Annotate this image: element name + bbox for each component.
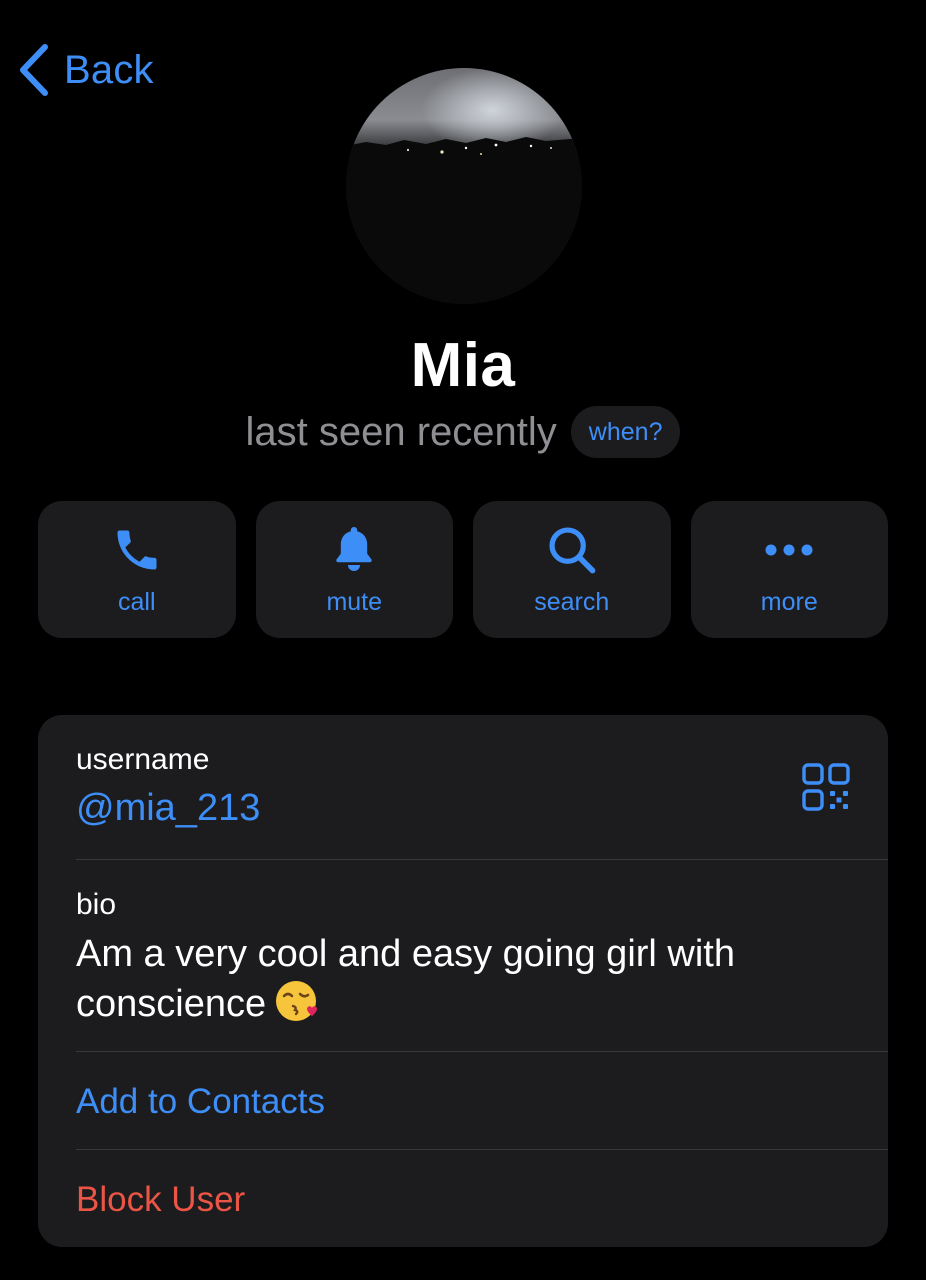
username-label: username [76,743,210,776]
ellipsis-icon [765,544,813,556]
more-button[interactable]: more [690,501,888,638]
block-user-row[interactable]: Block User [38,1150,888,1247]
username-value[interactable]: @mia_213 [76,787,260,830]
back-button[interactable]: Back [18,40,154,100]
bell-icon [336,527,372,571]
add-contact-row[interactable]: Add to Contacts [38,1052,888,1149]
search-icon [549,527,596,574]
action-buttons: call mute search more [38,501,888,638]
more-label: more [760,588,818,616]
when-button[interactable]: when? [570,406,681,458]
block-user-button[interactable]: Block User [76,1180,245,1220]
bio-text-content: Am a very cool and easy going girl with … [76,933,735,1025]
info-card: username @mia_213 bio Am a very cool and… [38,715,888,1247]
face-blowing-kiss-emoji [276,981,318,1021]
call-button[interactable]: call [38,501,236,638]
back-label: Back [64,47,154,92]
search-label: search [534,588,610,616]
username-row[interactable]: username @mia_213 [38,715,888,859]
status-row: last seen recently when? [0,406,926,458]
call-label: call [117,588,156,616]
mute-label: mute [326,588,383,616]
add-to-contacts-button[interactable]: Add to Contacts [76,1082,325,1122]
chevron-left-icon [20,44,48,96]
search-button[interactable]: search [473,501,671,638]
mute-button[interactable]: mute [255,501,453,638]
phone-icon [117,530,157,570]
avatar[interactable] [346,68,582,304]
last-seen-status: last seen recently [245,409,557,454]
profile-name: Mia [410,331,516,400]
bio-label: bio [76,888,117,921]
avatar-photo [346,68,582,304]
bio-text: Am a very cool and easy going girl with … [76,930,836,1028]
qr-code-icon[interactable] [802,763,850,811]
bio-row: bio Am a very cool and easy going girl w… [38,860,888,1051]
